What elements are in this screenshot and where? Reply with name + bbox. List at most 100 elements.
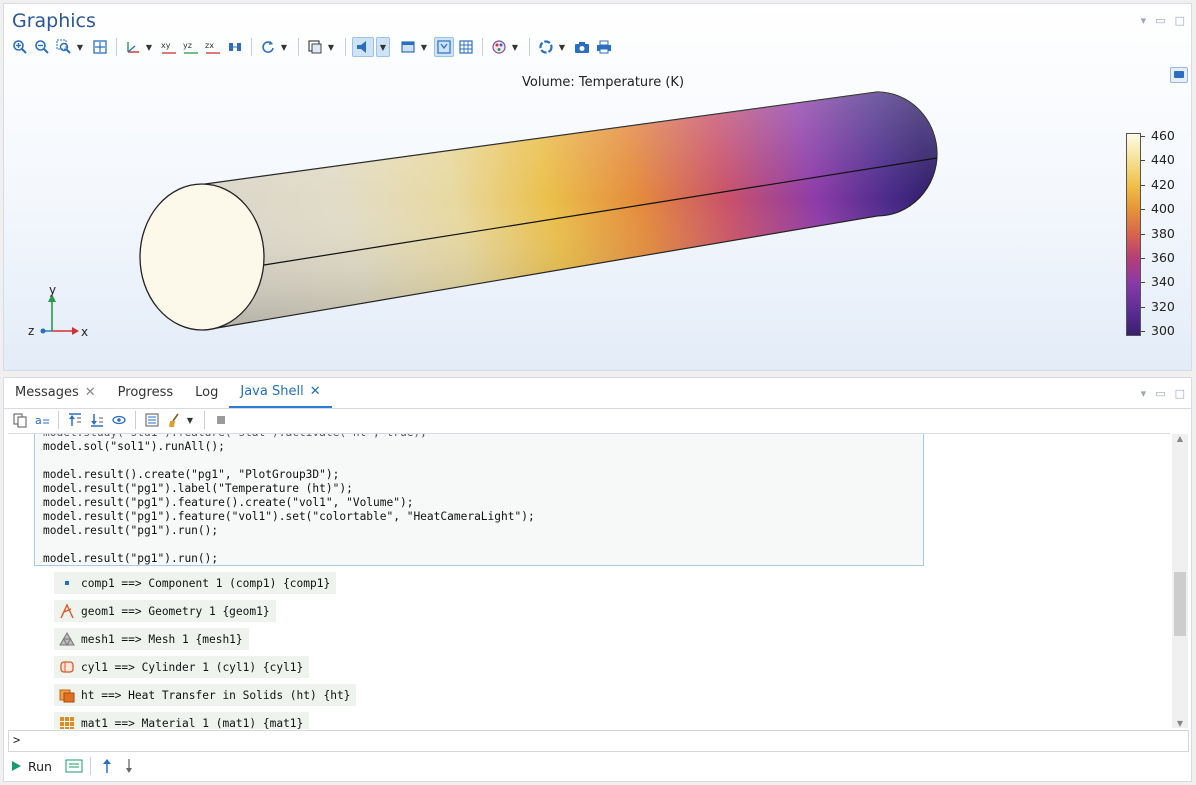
colors-caret[interactable]: ▼ — [511, 37, 519, 57]
tab-messages[interactable]: Messages ✕ — [4, 378, 107, 408]
mesh-icon — [59, 631, 75, 647]
rendering-caret[interactable]: ▼ — [558, 37, 566, 57]
graphics-panel: Graphics ▾ ▭ □ ▼ ▼ xy yz zx ▼ ▼ ▼ ▼ ▼ ▼ … — [3, 3, 1192, 371]
reset-view-caret[interactable]: ▼ — [280, 37, 288, 57]
cylinder-icon — [59, 659, 75, 675]
scroll-bottom-icon[interactable] — [87, 410, 107, 430]
svg-text:yz: yz — [183, 41, 192, 50]
shell-prompt: > — [13, 733, 21, 747]
scene-light-icon[interactable] — [398, 37, 418, 57]
legend-tick-label: 340 — [1151, 274, 1175, 290]
run-bar: Run — [10, 756, 141, 776]
reset-view-icon[interactable] — [258, 37, 278, 57]
snapshot-icon[interactable] — [572, 37, 592, 57]
svg-text:zx: zx — [205, 41, 214, 50]
orthographic-icon[interactable] — [225, 37, 245, 57]
history-up-icon[interactable] — [97, 756, 117, 776]
shell-output[interactable]: model.study("std1").feature("stat").acti… — [8, 433, 1170, 729]
axis-x-label: x — [81, 325, 88, 339]
transparency-icon[interactable] — [352, 37, 374, 57]
result-item[interactable]: mat1 ==> Material 1 (mat1) {mat1} — [54, 712, 310, 729]
tab-log-label: Log — [195, 385, 219, 400]
list-icon[interactable] — [142, 410, 162, 430]
play-icon — [12, 761, 21, 771]
rendering-icon[interactable] — [536, 37, 556, 57]
tab-progress-label: Progress — [117, 385, 174, 400]
grid-icon[interactable] — [456, 37, 476, 57]
show-output-icon[interactable] — [109, 410, 129, 430]
transparency-caret[interactable]: ▼ — [376, 37, 390, 57]
legend-tick-label: 300 — [1151, 323, 1175, 339]
code-line: model.result().create("pg1", "PlotGroup3… — [43, 468, 340, 481]
scene-light-caret[interactable]: ▼ — [420, 37, 428, 57]
legend-tick-label: 380 — [1151, 225, 1175, 241]
result-text: ht ==> Heat Transfer in Solids (ht) {ht} — [81, 688, 351, 702]
scrollbar[interactable]: ▲ ▼ — [1172, 434, 1188, 728]
maximize-icon[interactable]: □ — [1175, 387, 1185, 400]
tab-progress[interactable]: Progress — [107, 378, 184, 408]
menu-icon[interactable]: ▾ — [1141, 14, 1147, 27]
wireframe-icon[interactable] — [434, 37, 454, 57]
views-icon[interactable] — [123, 37, 143, 57]
axis-z-label: z — [28, 324, 34, 338]
shell-input[interactable]: > — [8, 730, 1189, 752]
result-item[interactable]: cyl1 ==> Cylinder 1 (cyl1) {cyl1} — [54, 656, 310, 678]
legend-tick-label: 320 — [1151, 298, 1175, 314]
axis-y-label: y — [49, 283, 56, 297]
legend-tick-mark — [1141, 136, 1145, 137]
stop-icon[interactable] — [211, 410, 231, 430]
result-item[interactable]: geom1 ==> Geometry 1 {geom1} — [54, 600, 276, 622]
copy-icon[interactable] — [10, 410, 30, 430]
menu-icon[interactable]: ▾ — [1141, 387, 1147, 400]
scroll-up-icon[interactable]: ▲ — [1172, 434, 1188, 443]
zx-view-icon[interactable]: zx — [203, 37, 223, 57]
yz-view-icon[interactable]: yz — [181, 37, 201, 57]
scroll-down-icon[interactable]: ▼ — [1172, 719, 1188, 728]
clear-icon[interactable] — [164, 410, 184, 430]
zoom-in-icon[interactable] — [10, 37, 30, 57]
scroll-top-icon[interactable] — [65, 410, 85, 430]
legend-tick-mark — [1141, 233, 1145, 235]
clear-caret[interactable]: ▼ — [186, 410, 194, 430]
minimize-icon[interactable]: ▭ — [1155, 14, 1165, 27]
maximize-icon[interactable]: □ — [1175, 14, 1185, 27]
shell-code-block[interactable]: model.study("std1").feature("stat").acti… — [34, 434, 924, 566]
zoom-menu-caret[interactable]: ▼ — [76, 37, 84, 57]
legend-tick-label: 400 — [1151, 201, 1175, 217]
shell-toolbar: a ▼ — [10, 410, 233, 430]
cylinder-plot[interactable] — [129, 84, 949, 354]
result-item[interactable]: ht ==> Heat Transfer in Solids (ht) {ht} — [54, 684, 357, 706]
legend-tick-label: 360 — [1151, 250, 1175, 265]
xy-view-icon[interactable]: xy — [159, 37, 179, 57]
zoom-out-icon[interactable] — [32, 37, 52, 57]
tab-java-shell[interactable]: Java Shell ✕ — [229, 377, 332, 408]
history-down-icon[interactable] — [119, 756, 139, 776]
result-item[interactable]: mesh1 ==> Mesh 1 {mesh1} — [54, 628, 249, 650]
graphics-settings-icon[interactable] — [1170, 67, 1188, 83]
select-menu-caret[interactable]: ▼ — [327, 37, 335, 57]
zoom-box-icon[interactable] — [54, 37, 74, 57]
bottom-window-controls: ▾ ▭ □ — [1141, 387, 1185, 400]
print-icon[interactable] — [594, 37, 614, 57]
close-icon[interactable]: ✕ — [310, 377, 321, 407]
result-text: geom1 ==> Geometry 1 {geom1} — [81, 604, 270, 618]
run-button[interactable]: Run — [10, 759, 52, 774]
legend-tick-label: 440 — [1151, 152, 1175, 168]
tab-log[interactable]: Log — [184, 378, 229, 408]
close-icon[interactable]: ✕ — [85, 378, 96, 408]
zoom-extents-icon[interactable] — [90, 37, 110, 57]
run-label: Run — [28, 758, 52, 774]
legend-tick-mark — [1141, 258, 1145, 259]
scroll-thumb[interactable] — [1174, 572, 1186, 636]
colors-icon[interactable] — [489, 37, 509, 57]
legend-tick-label: 460 — [1151, 128, 1175, 143]
result-item[interactable]: comp1 ==> Component 1 (comp1) {comp1} — [54, 572, 337, 594]
geometry-icon — [59, 603, 75, 619]
select-icon[interactable] — [305, 37, 325, 57]
component-icon — [59, 575, 75, 591]
views-menu-caret[interactable]: ▼ — [145, 37, 153, 57]
run-selection-icon[interactable] — [64, 756, 84, 776]
font-size-icon[interactable]: a — [32, 410, 52, 430]
minimize-icon[interactable]: ▭ — [1155, 387, 1165, 400]
